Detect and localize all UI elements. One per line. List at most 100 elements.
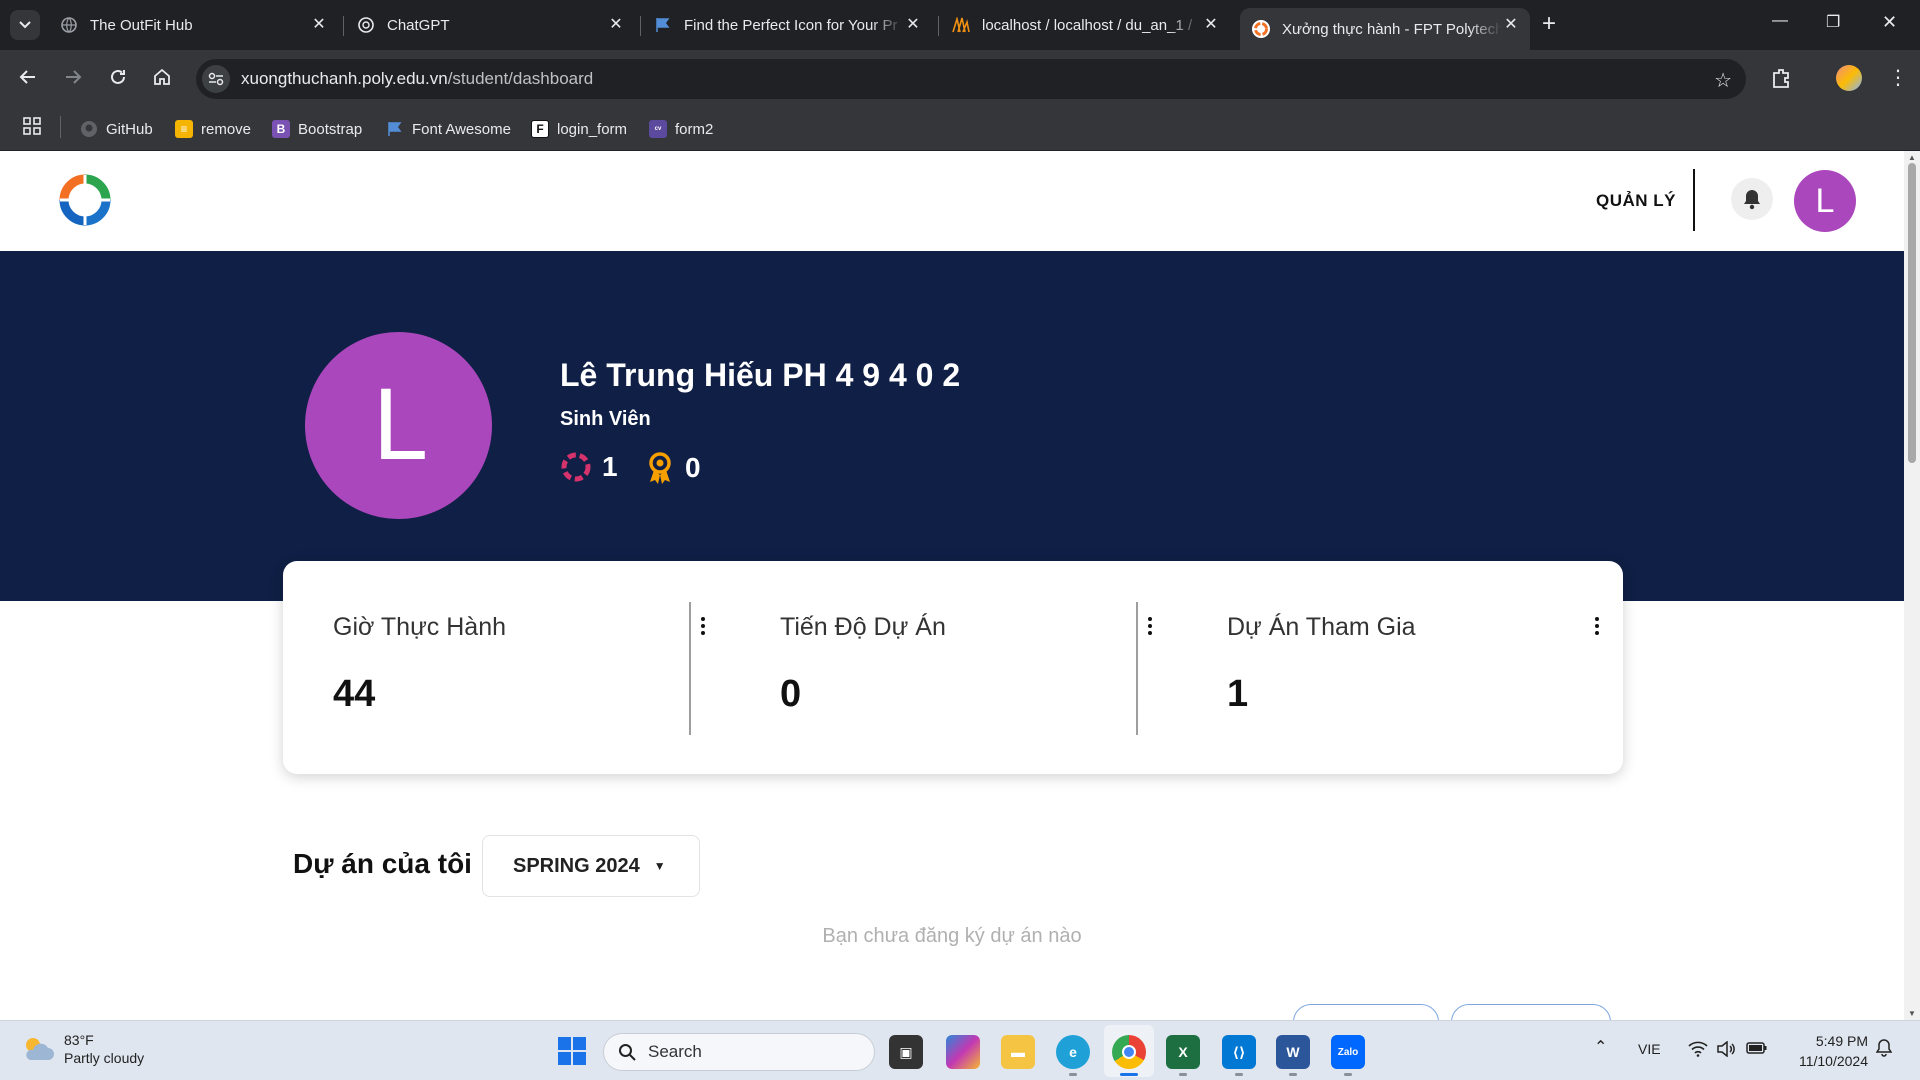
bookmark-form2[interactable]: cv form2 bbox=[649, 118, 713, 140]
site-info-icon[interactable] bbox=[202, 65, 230, 93]
close-icon[interactable]: ✕ bbox=[904, 16, 922, 34]
layers-icon: ≡ bbox=[175, 120, 193, 138]
semester-select[interactable]: SPRING 2024 ▼ bbox=[482, 835, 700, 897]
extensions-icon[interactable] bbox=[1770, 67, 1792, 89]
bookmark-font-awesome[interactable]: Font Awesome bbox=[386, 118, 511, 140]
awards-count: 0 bbox=[685, 452, 701, 483]
notification-bell-icon[interactable] bbox=[1875, 1039, 1893, 1060]
tab-separator bbox=[640, 16, 641, 36]
minimize-icon[interactable]: — bbox=[1772, 12, 1788, 30]
chevron-up-icon[interactable]: ⌃ bbox=[1594, 1037, 1607, 1057]
project-ring-icon bbox=[561, 452, 591, 482]
close-icon[interactable]: ✕ bbox=[1502, 16, 1520, 34]
volume-icon[interactable] bbox=[1716, 1040, 1736, 1060]
windows-start-icon[interactable] bbox=[556, 1035, 588, 1067]
chrome-icon[interactable] bbox=[1112, 1035, 1146, 1069]
edge-icon[interactable]: e bbox=[1056, 1035, 1090, 1069]
stat-label: Tiến Độ Dự Án bbox=[780, 613, 946, 641]
tab-search-button[interactable] bbox=[10, 10, 40, 40]
chevron-down-icon bbox=[19, 21, 31, 29]
flag-icon bbox=[654, 16, 672, 34]
weather-temp: 83°F bbox=[64, 1032, 94, 1048]
tab-title: The OutFit Hub bbox=[90, 16, 193, 34]
close-window-icon[interactable]: ✕ bbox=[1882, 12, 1897, 33]
bookmark-separator bbox=[60, 116, 61, 138]
browser-tab-1[interactable]: The OutFit Hub ✕ bbox=[48, 8, 338, 42]
input-language[interactable]: VIE bbox=[1638, 1041, 1661, 1057]
semester-value: SPRING 2024 bbox=[513, 854, 640, 877]
clock-date: 11/10/2024 bbox=[1798, 1053, 1868, 1069]
search-label: Search bbox=[648, 1042, 702, 1061]
home-icon[interactable] bbox=[150, 67, 174, 93]
system-clock[interactable]: 5:49 PM 11/10/2024 bbox=[1786, 1031, 1868, 1071]
weather-widget[interactable]: 83°F Partly cloudy bbox=[20, 1031, 144, 1067]
bookmark-bootstrap[interactable]: B Bootstrap bbox=[272, 118, 362, 140]
polytech-logo-icon[interactable] bbox=[58, 173, 112, 227]
flag-icon bbox=[386, 120, 404, 138]
copilot-icon[interactable] bbox=[946, 1035, 980, 1069]
close-icon[interactable]: ✕ bbox=[1202, 16, 1220, 34]
more-vertical-icon[interactable] bbox=[1587, 613, 1607, 639]
wifi-icon[interactable] bbox=[1688, 1041, 1708, 1060]
more-vertical-icon[interactable] bbox=[1140, 613, 1160, 639]
polytech-icon bbox=[1252, 20, 1270, 38]
stats-card: Giờ Thực Hành 44 Tiến Độ Dự Án 0 Dự Án T… bbox=[283, 561, 1623, 774]
bookmark-label: Bootstrap bbox=[298, 120, 363, 138]
github-icon bbox=[80, 120, 98, 138]
bookmark-star-icon[interactable]: ☆ bbox=[1714, 68, 1732, 93]
word-icon[interactable]: W bbox=[1276, 1035, 1310, 1069]
close-icon[interactable]: ✕ bbox=[310, 16, 328, 34]
profile-hero: L Lê Trung Hiếu PH 4 9 4 0 2 Sinh Viên 1… bbox=[0, 251, 1904, 601]
battery-icon[interactable] bbox=[1746, 1041, 1768, 1058]
new-tab-icon[interactable]: + bbox=[1542, 12, 1556, 36]
empty-projects-message: Bạn chưa đăng ký dự án nào bbox=[822, 925, 1082, 947]
back-icon[interactable] bbox=[16, 67, 40, 93]
stat-joined-projects: Dự Án Tham Gia 1 bbox=[1177, 561, 1623, 774]
vscode-icon[interactable]: ⟨⟩ bbox=[1222, 1035, 1256, 1069]
chrome-menu-icon[interactable]: ⋮ bbox=[1888, 65, 1908, 90]
browser-tab-2[interactable]: ChatGPT ✕ bbox=[345, 8, 635, 42]
forward-icon[interactable] bbox=[61, 67, 85, 93]
reload-icon[interactable] bbox=[106, 67, 130, 93]
tab-title: Find the Perfect Icon for Your Pr bbox=[684, 16, 898, 34]
address-bar[interactable]: xuongthuchanh.poly.edu.vn/student/dashbo… bbox=[196, 59, 1746, 99]
url-host: xuongthuchanh.poly.edu.vn bbox=[241, 69, 448, 88]
browser-tab-5-active[interactable]: Xưởng thực hành - FPT Polytech ✕ bbox=[1240, 8, 1530, 50]
running-indicator bbox=[1344, 1073, 1352, 1076]
running-indicator bbox=[1289, 1073, 1297, 1076]
projects-count-stat: 1 bbox=[560, 451, 618, 483]
scroll-up-icon[interactable]: ▲ bbox=[1908, 153, 1916, 162]
file-explorer-icon[interactable]: ▬ bbox=[1001, 1035, 1035, 1069]
apps-grid-icon[interactable] bbox=[22, 116, 42, 136]
tab-strip: The OutFit Hub ✕ ChatGPT ✕ Find the Perf… bbox=[0, 0, 1920, 50]
browser-profile-avatar[interactable] bbox=[1836, 65, 1862, 91]
close-icon[interactable]: ✕ bbox=[607, 16, 625, 34]
projects-count: 1 bbox=[602, 451, 618, 482]
bookmark-remove[interactable]: ≡ remove bbox=[175, 118, 251, 140]
bookmark-login-form[interactable]: F login_form bbox=[531, 118, 627, 140]
zalo-icon[interactable]: Zalo bbox=[1331, 1035, 1365, 1069]
scroll-down-icon[interactable]: ▼ bbox=[1908, 1009, 1916, 1018]
nav-manage-link[interactable]: QUẢN LÝ bbox=[1596, 191, 1676, 211]
notifications-button[interactable] bbox=[1731, 178, 1773, 220]
task-view-icon[interactable]: ▣ bbox=[889, 1035, 923, 1069]
stat-value: 1 bbox=[1227, 673, 1249, 715]
scrollbar-thumb[interactable] bbox=[1908, 163, 1916, 463]
taskbar-search[interactable]: Search bbox=[603, 1033, 875, 1071]
tab-separator bbox=[343, 16, 344, 36]
nav-divider bbox=[1693, 169, 1695, 231]
excel-icon[interactable]: X bbox=[1166, 1035, 1200, 1069]
page-scrollbar[interactable]: ▲ ▼ bbox=[1904, 151, 1920, 1020]
partial-outline-button[interactable] bbox=[1451, 1004, 1611, 1020]
browser-tab-3[interactable]: Find the Perfect Icon for Your Pr ✕ bbox=[642, 8, 932, 42]
more-vertical-icon[interactable] bbox=[693, 613, 713, 639]
bookmark-github[interactable]: GitHub bbox=[80, 118, 153, 140]
partial-outline-button[interactable] bbox=[1293, 1004, 1439, 1020]
restore-icon[interactable]: ❐ bbox=[1826, 12, 1840, 32]
browser-tab-4[interactable]: localhost / localhost / du_an_1 / ✕ bbox=[940, 8, 1230, 42]
running-indicator bbox=[1235, 1073, 1243, 1076]
site-header: QUẢN LÝ L bbox=[0, 151, 1904, 251]
stat-practice-hours: Giờ Thực Hành 44 bbox=[283, 561, 729, 774]
user-avatar-button[interactable]: L bbox=[1794, 170, 1856, 232]
stat-label: Giờ Thực Hành bbox=[333, 613, 507, 641]
